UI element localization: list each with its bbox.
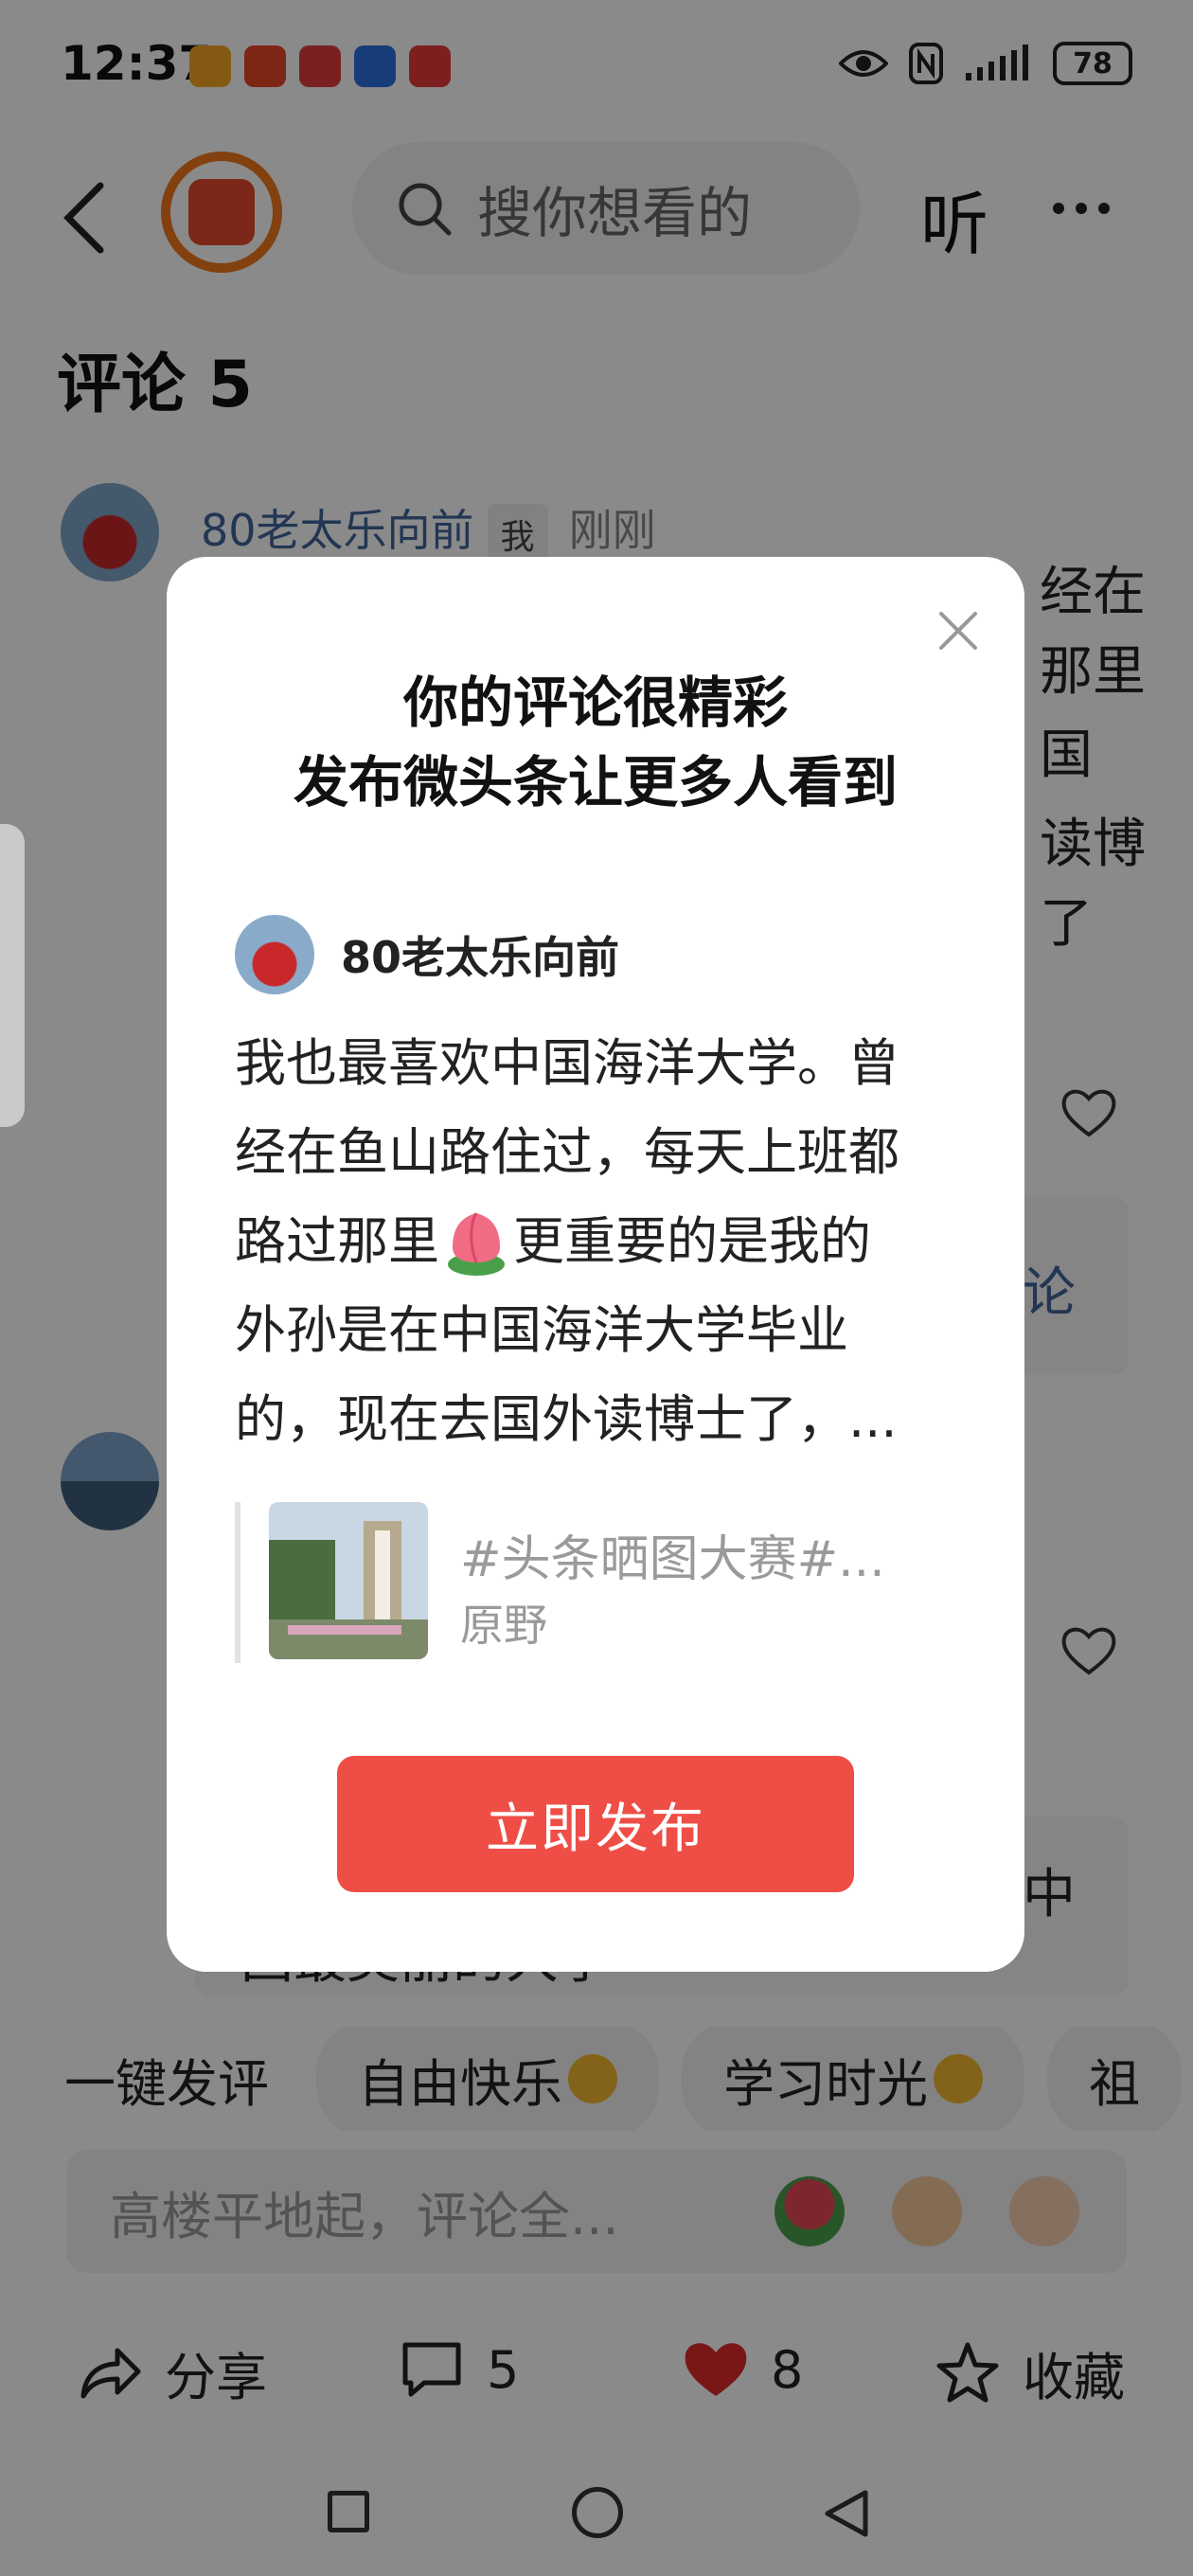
avatar bbox=[235, 915, 314, 994]
dialog-comment-text: 我也最喜欢中国海洋大学。曾 经在鱼山路住过，每天上班都 路过那里 更重要的是我的 … bbox=[235, 1019, 964, 1464]
dialog-title-line: 你的评论很精彩 bbox=[402, 671, 788, 735]
publish-dialog: 你的评论很精彩 发布微头条让更多人看到 80老太乐向前 我也最喜欢中国海洋大学。… bbox=[167, 557, 1024, 1972]
publish-button[interactable]: 立即发布 bbox=[337, 1756, 854, 1892]
side-drawer-handle[interactable] bbox=[0, 824, 25, 1127]
comment-line-with-emoji: 路过那里 更重要的是我的 bbox=[235, 1197, 964, 1286]
comment-line: 外孙是在中国海洋大学毕业 bbox=[235, 1300, 848, 1360]
quoted-post-author: 原野 bbox=[460, 1600, 547, 1651]
comment-line: 的，现在去国外读博士了，... bbox=[235, 1389, 898, 1449]
comment-line: 经在鱼山路住过，每天上班都 bbox=[235, 1122, 899, 1182]
dialog-title: 你的评论很精彩 发布微头条让更多人看到 bbox=[167, 663, 1024, 822]
quoted-post-card[interactable]: #头条晒图大赛#... 原野 bbox=[235, 1502, 954, 1663]
dialog-author-name: 80老太乐向前 bbox=[341, 932, 620, 983]
dialog-title-line: 发布微头条让更多人看到 bbox=[293, 750, 898, 814]
tulip-emoji-icon bbox=[448, 1212, 505, 1277]
dialog-author: 80老太乐向前 bbox=[235, 915, 619, 994]
close-icon[interactable] bbox=[937, 610, 979, 652]
quoted-post-title: #头条晒图大赛#... bbox=[460, 1531, 885, 1588]
quoted-post-thumbnail bbox=[269, 1502, 428, 1659]
comment-line: 我也最喜欢中国海洋大学。曾 bbox=[235, 1033, 899, 1093]
